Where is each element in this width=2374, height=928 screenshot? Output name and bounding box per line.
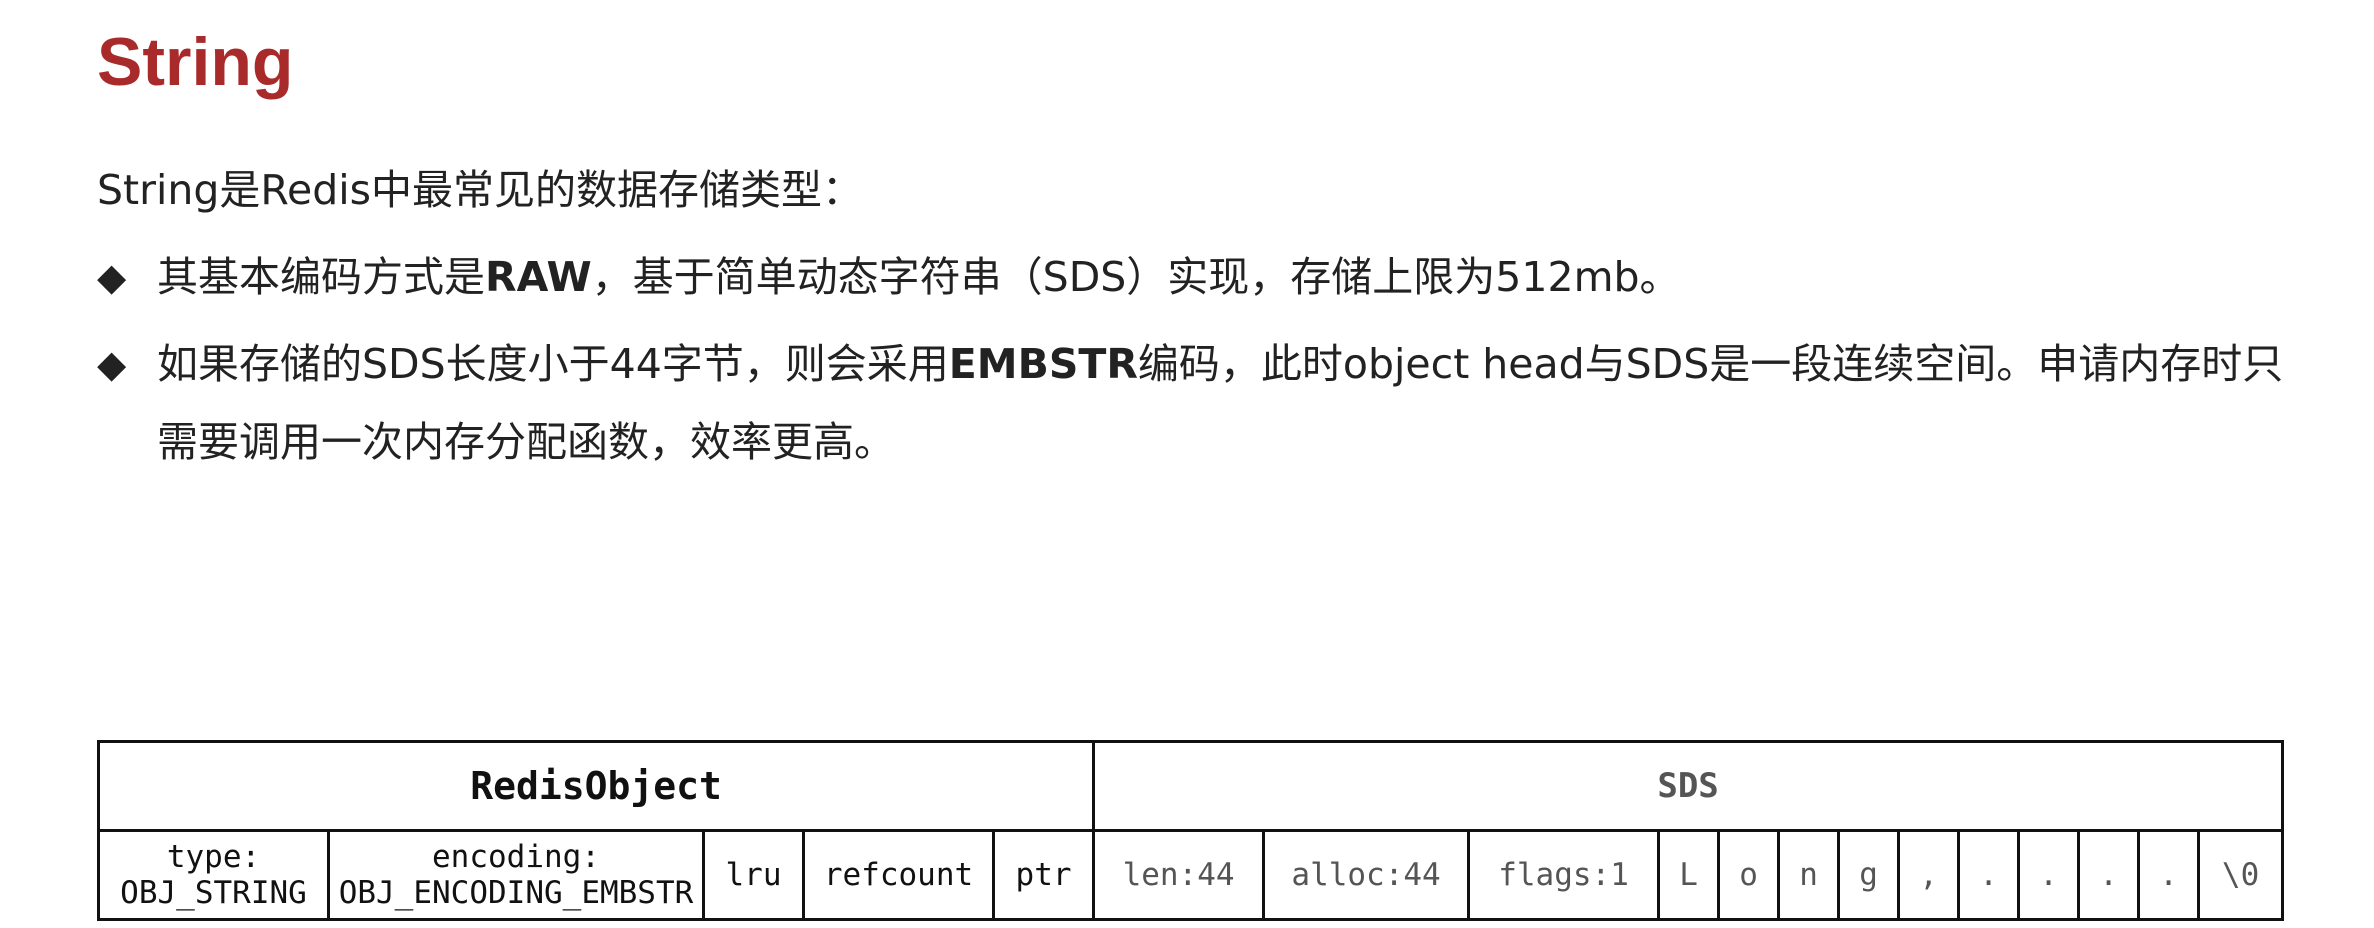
- bullet-embstr-text: 如果存储的SDS长度小于44字节，则会采用EMBSTR编码，此时object h…: [157, 340, 2284, 466]
- len-cell: len:44: [1092, 829, 1266, 921]
- raw-keyword: RAW: [485, 253, 592, 301]
- type-cell: type: OBJ_STRING: [97, 829, 330, 921]
- ptr-cell: ptr: [991, 829, 1096, 921]
- char-cell: .: [2017, 829, 2081, 921]
- char-cell: ,: [1897, 829, 1961, 921]
- null-terminator-cell: \0: [2197, 829, 2285, 921]
- intro-text: String是Redis中最常见的数据存储类型：: [97, 166, 864, 214]
- alloc-cell: alloc:44: [1262, 829, 1471, 921]
- encoding-cell: encoding: OBJ_ENCODING_EMBSTR: [327, 829, 705, 921]
- char-cell: .: [1957, 829, 2021, 921]
- char-cell: n: [1777, 829, 1841, 921]
- char-cell: L: [1657, 829, 1721, 921]
- bullet-raw: ◆ 其基本编码方式是RAW，基于简单动态字符串（SDS）实现，存储上限为512m…: [97, 238, 2297, 316]
- lru-cell: lru: [702, 829, 805, 921]
- flags-cell: flags:1: [1467, 829, 1661, 921]
- char-cell: o: [1717, 829, 1781, 921]
- char-cell: .: [2137, 829, 2201, 921]
- embstr-memory-layout: RedisObject SDS type: OBJ_STRING encodin…: [96, 740, 2285, 921]
- bullet-embstr: ◆ 如果存储的SDS长度小于44字节，则会采用EMBSTR编码，此时object…: [97, 325, 2297, 481]
- embstr-keyword: EMBSTR: [948, 340, 1138, 388]
- refcount-cell: refcount: [802, 829, 995, 921]
- char-cell: g: [1837, 829, 1901, 921]
- char-cell: .: [2077, 829, 2141, 921]
- diamond-bullet-icon: ◆: [97, 255, 127, 299]
- bullet-raw-text: 其基本编码方式是RAW，基于简单动态字符串（SDS）实现，存储上限为512mb。: [157, 253, 1681, 301]
- sds-header: SDS: [1092, 740, 2285, 832]
- diamond-bullet-icon: ◆: [97, 342, 127, 386]
- page-title: String: [97, 24, 294, 100]
- redis-object-header: RedisObject: [96, 740, 1096, 832]
